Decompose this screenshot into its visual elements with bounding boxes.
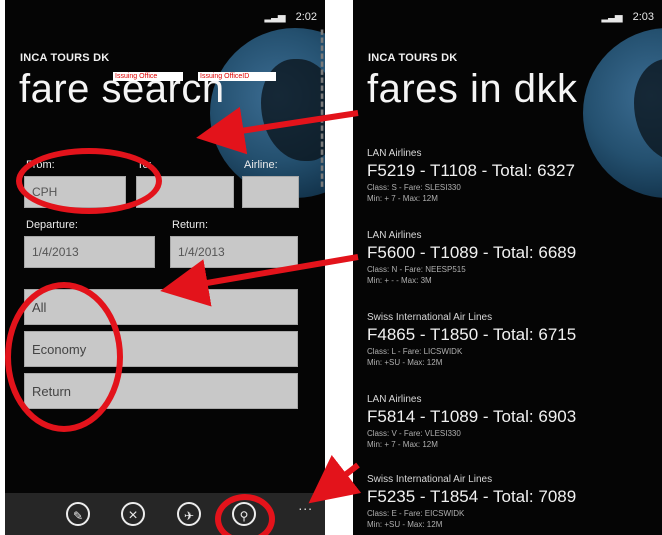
plane-icon: ✈ (183, 509, 195, 523)
fare-item[interactable]: LAN Airlines F5219 - T1108 - Total: 6327… (367, 148, 575, 203)
status-time: 2:03 (632, 11, 654, 23)
fare-class: Class: N - Fare: NEESP515 (367, 265, 466, 274)
fare-summary: F5814 - T1089 - Total: 6903 (367, 407, 577, 426)
fare-stay: Min: + 7 - Max: 12M (367, 194, 438, 203)
fare-item[interactable]: LAN Airlines F5600 - T1089 - Total: 6689… (367, 230, 576, 285)
departure-label: Departure: (26, 219, 78, 231)
flight-button[interactable]: ✈ (177, 502, 201, 526)
clear-button[interactable]: × (121, 502, 145, 526)
fare-stay: Min: +SU - Max: 12M (367, 520, 443, 529)
signal-icon: ▂▃▅ (264, 12, 285, 23)
fare-class: Class: V - Fare: VLESI330 (367, 429, 461, 438)
return-label: Return: (172, 219, 209, 231)
issuing-office-id-tag: Issuing OfficeID (198, 72, 276, 81)
fare-search-screen: ▂▃▅ 2:02 INCA TOURS DK fare search Issui… (5, 0, 325, 535)
side-scroll-indicator: ▮▮▮▮▮▮▮▮▮▮▮▮▮▮▮▮▮▮▮▮ (318, 28, 325, 188)
globe-background (583, 28, 662, 198)
close-icon: × (128, 507, 138, 524)
annotation-ellipse-selects (5, 282, 123, 432)
edit-icon: ✎ (72, 509, 84, 523)
fare-summary: F5235 - T1854 - Total: 7089 (367, 487, 577, 506)
fare-class: Class: L - Fare: LICSWIDK (367, 347, 463, 356)
signal-icon: ▂▃▅ (601, 12, 622, 23)
fare-airline: LAN Airlines (367, 148, 422, 159)
fare-item[interactable]: Swiss International Air Lines F4865 - T1… (367, 312, 576, 367)
fare-summary: F5219 - T1108 - Total: 6327 (367, 161, 575, 180)
fare-class: Class: S - Fare: SLESI330 (367, 183, 461, 192)
fare-airline: LAN Airlines (367, 230, 422, 241)
issuing-office-tag: Issuing Office (113, 72, 183, 81)
fare-stay: Min: + 7 - Max: 12M (367, 440, 438, 449)
status-bar: ▂▃▅ 2:03 (601, 11, 654, 23)
annotation-ellipse-from-to (16, 148, 162, 214)
departure-date-input[interactable]: 1/4/2013 (24, 236, 155, 268)
fare-summary: F4865 - T1850 - Total: 6715 (367, 325, 577, 344)
status-bar: ▂▃▅ 2:02 (264, 11, 317, 23)
more-options-button[interactable]: ... (298, 497, 313, 513)
app-title: INCA TOURS DK (20, 52, 110, 64)
globe-background (210, 28, 325, 198)
airline-label: Airline: (244, 159, 278, 171)
edit-button[interactable]: ✎ (66, 502, 90, 526)
fare-stay: Min: + - - Max: 3M (367, 276, 432, 285)
app-title: INCA TOURS DK (368, 52, 458, 64)
fare-airline: Swiss International Air Lines (367, 474, 493, 485)
fare-item[interactable]: Swiss International Air Lines F5235 - T1… (367, 474, 576, 529)
fare-stay: Min: +SU - Max: 12M (367, 358, 443, 367)
fare-airline: Swiss International Air Lines (367, 312, 493, 323)
airline-input[interactable] (242, 176, 299, 208)
app-bar: ✎ × ✈ ⚲ ... (5, 493, 325, 535)
fare-summary: F5600 - T1089 - Total: 6689 (367, 243, 577, 262)
fares-result-screen: ▂▃▅ 2:03 INCA TOURS DK fares in dkk LAN … (353, 0, 662, 535)
fare-airline: LAN Airlines (367, 394, 422, 405)
fare-item[interactable]: LAN Airlines F5814 - T1089 - Total: 6903… (367, 394, 576, 449)
page-title: fares in dkk (367, 67, 578, 111)
status-time: 2:02 (295, 11, 317, 23)
fare-class: Class: E - Fare: EICSWIDK (367, 509, 465, 518)
return-date-input[interactable]: 1/4/2013 (170, 236, 298, 268)
